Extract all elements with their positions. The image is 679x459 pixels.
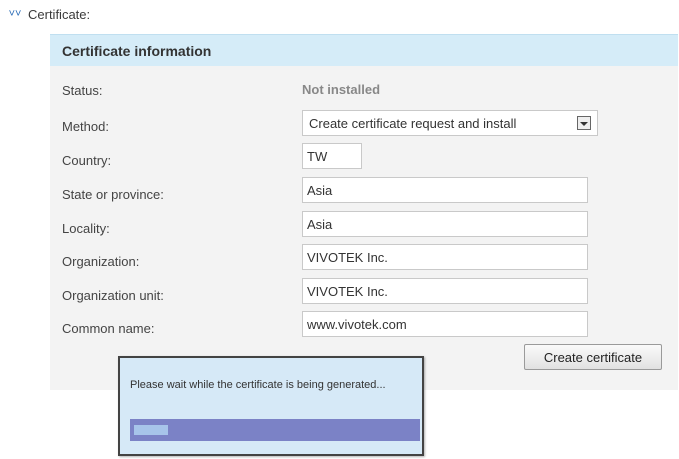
wait-message: Please wait while the certificate is bei… [130,379,386,391]
section-title: Certificate: [28,6,91,22]
certificate-section-toggle[interactable]: ˅˅ Certificate: [8,4,91,24]
common-name-label: Common name: [62,320,155,336]
status-label: Status: [62,82,103,98]
panel-title: Certificate information [50,34,678,66]
locality-label: Locality: [62,220,110,236]
double-chevron-down-icon: ˅˅ [8,8,22,20]
progress-bar [130,419,420,441]
dropdown-arrow-icon[interactable] [577,116,591,130]
org-unit-field[interactable]: VIVOTEK Inc. [302,278,588,304]
progress-fill [134,425,168,435]
locality-field[interactable]: Asia [302,211,588,237]
wait-dialog: Please wait while the certificate is bei… [118,356,424,456]
organization-label: Organization: [62,253,140,269]
status-value: Not installed [302,82,381,97]
state-label: State or province: [62,186,164,202]
common-name-field[interactable]: www.vivotek.com [302,311,588,337]
method-select[interactable]: Create certificate request and install [302,110,598,136]
organization-field[interactable]: VIVOTEK Inc. [302,244,588,270]
state-field[interactable]: Asia [302,177,588,203]
certificate-panel: Certificate information Status: Not inst… [50,34,678,390]
create-certificate-button[interactable]: Create certificate [524,344,662,370]
country-label: Country: [62,152,112,168]
method-label: Method: [62,118,109,134]
method-selected-value: Create certificate request and install [309,115,517,131]
org-unit-label: Organization unit: [62,287,164,303]
country-field[interactable]: TW [302,143,362,169]
